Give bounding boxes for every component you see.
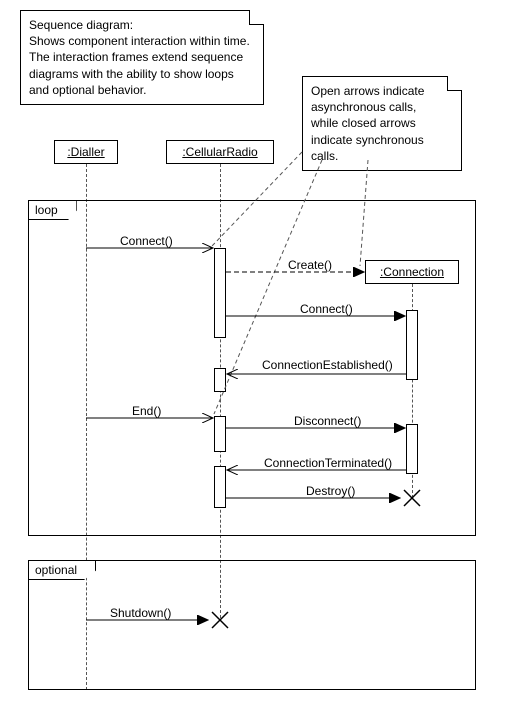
- activation-cellularradio-4: [214, 466, 226, 508]
- note-arrows: Open arrows indicate asynchronous calls,…: [302, 76, 462, 171]
- frame-optional-label: optional: [29, 561, 96, 580]
- sequence-diagram: Sequence diagram: Shows component intera…: [0, 0, 510, 710]
- destroy-x-icon: [404, 490, 420, 506]
- activation-connection-1: [406, 310, 418, 380]
- frame-optional-text: optional: [35, 563, 77, 577]
- msg-end: End(): [132, 404, 161, 418]
- msg-connect: Connect(): [120, 234, 173, 248]
- lifeline-dialler: :Dialler: [54, 140, 118, 164]
- activation-cellularradio-1: [214, 248, 226, 338]
- activation-cellularradio-2: [214, 368, 226, 392]
- note-fold-icon: [249, 10, 264, 25]
- frame-optional: optional: [28, 560, 476, 690]
- lifeline-cellular-radio: :CellularRadio: [166, 140, 274, 164]
- note-description: Sequence diagram: Shows component intera…: [20, 10, 264, 105]
- frame-loop-text: loop: [35, 203, 58, 217]
- lifeline-dialler-label: :Dialler: [67, 145, 104, 159]
- note-description-text: Sequence diagram: Shows component intera…: [29, 17, 255, 98]
- destroy-x-icon: [212, 612, 228, 628]
- activation-connection-2: [406, 424, 418, 474]
- note-arrows-text: Open arrows indicate asynchronous calls,…: [311, 83, 453, 164]
- msg-connect2: Connect(): [300, 302, 353, 316]
- msg-create: Create(): [288, 258, 332, 272]
- lifeline-cellular-radio-label: :CellularRadio: [182, 145, 257, 159]
- msg-disconnect: Disconnect(): [294, 414, 361, 428]
- msg-conn-established: ConnectionEstablished(): [262, 358, 393, 372]
- activation-cellularradio-3: [214, 416, 226, 452]
- note-fold-icon: [447, 76, 462, 91]
- msg-shutdown: Shutdown(): [110, 606, 171, 620]
- msg-destroy: Destroy(): [306, 484, 355, 498]
- msg-conn-terminated: ConnectionTerminated(): [264, 456, 392, 470]
- frame-loop-label: loop: [29, 201, 77, 220]
